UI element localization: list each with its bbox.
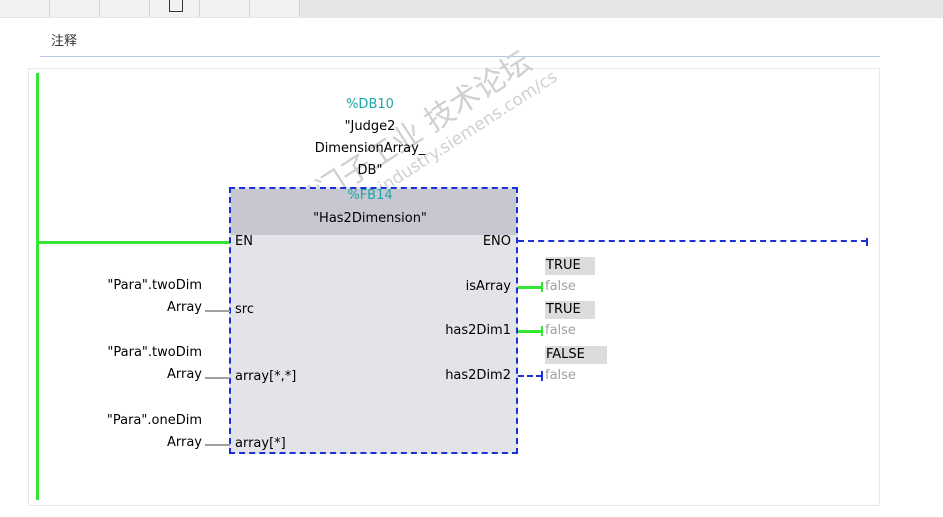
toolbar — [0, 0, 943, 18]
has2dim1-monitor-value: TRUE — [545, 301, 595, 319]
comment-divider — [40, 56, 880, 57]
array1d-wire — [205, 444, 230, 446]
toolbar-button-6[interactable] — [250, 0, 300, 17]
array1d-pin[interactable]: array[*] — [235, 436, 286, 451]
has2dim2-pin[interactable]: has2Dim2 — [420, 368, 511, 383]
toolbar-button-3[interactable] — [100, 0, 150, 17]
instance-db-name-line1[interactable]: "Judge2 — [310, 119, 430, 134]
src-operand-line1[interactable]: "Para".twoDim — [60, 278, 202, 293]
isarray-operand[interactable]: false — [545, 279, 576, 294]
has2dim2-operand[interactable]: false — [545, 368, 576, 383]
toolbar-button-4[interactable] — [150, 0, 200, 17]
fb-address[interactable]: %FB14 — [340, 188, 400, 203]
has2dim1-wire — [518, 330, 542, 333]
src-pin[interactable]: src — [235, 302, 254, 317]
isarray-monitor-value: TRUE — [545, 257, 595, 275]
array2d-operand-line1[interactable]: "Para".twoDim — [60, 345, 202, 360]
eno-pin[interactable]: ENO — [460, 234, 511, 249]
instance-db-name-line2[interactable]: DimensionArray_ — [300, 141, 440, 156]
has2dim1-pin[interactable]: has2Dim1 — [420, 323, 511, 338]
network-comment[interactable]: 注释 — [51, 30, 77, 49]
function-block[interactable] — [229, 187, 518, 454]
array2d-wire — [205, 377, 230, 379]
isarray-pin[interactable]: isArray — [430, 279, 511, 294]
isarray-wire-tip — [541, 282, 543, 292]
isarray-wire — [518, 286, 542, 289]
toolbar-button-2[interactable] — [50, 0, 100, 17]
eno-wire-end — [866, 238, 868, 246]
instance-db-name-line3[interactable]: DB" — [340, 163, 400, 178]
has2dim2-monitor-value: FALSE — [545, 346, 607, 364]
power-rail — [36, 73, 39, 500]
en-wire — [36, 241, 230, 244]
array1d-operand-line2[interactable]: Array — [60, 435, 202, 450]
fb-name[interactable]: "Has2Dimension" — [290, 211, 450, 226]
has2dim1-operand[interactable]: false — [545, 323, 576, 338]
has2dim1-wire-tip — [541, 326, 543, 336]
array2d-pin[interactable]: array[*,*] — [235, 369, 296, 384]
array1d-operand-line1[interactable]: "Para".oneDim — [60, 413, 202, 428]
has2dim2-wire — [518, 375, 542, 377]
src-operand-line2[interactable]: Array — [60, 300, 202, 315]
src-wire — [205, 310, 230, 312]
en-pin[interactable]: EN — [235, 234, 253, 249]
window-icon — [169, 0, 183, 12]
instance-db-address[interactable]: %DB10 — [340, 97, 400, 112]
array2d-operand-line2[interactable]: Array — [60, 367, 202, 382]
has2dim2-wire-tip — [541, 371, 543, 381]
toolbar-button-1[interactable] — [0, 0, 50, 17]
toolbar-button-5[interactable] — [200, 0, 250, 17]
eno-wire — [518, 240, 867, 242]
